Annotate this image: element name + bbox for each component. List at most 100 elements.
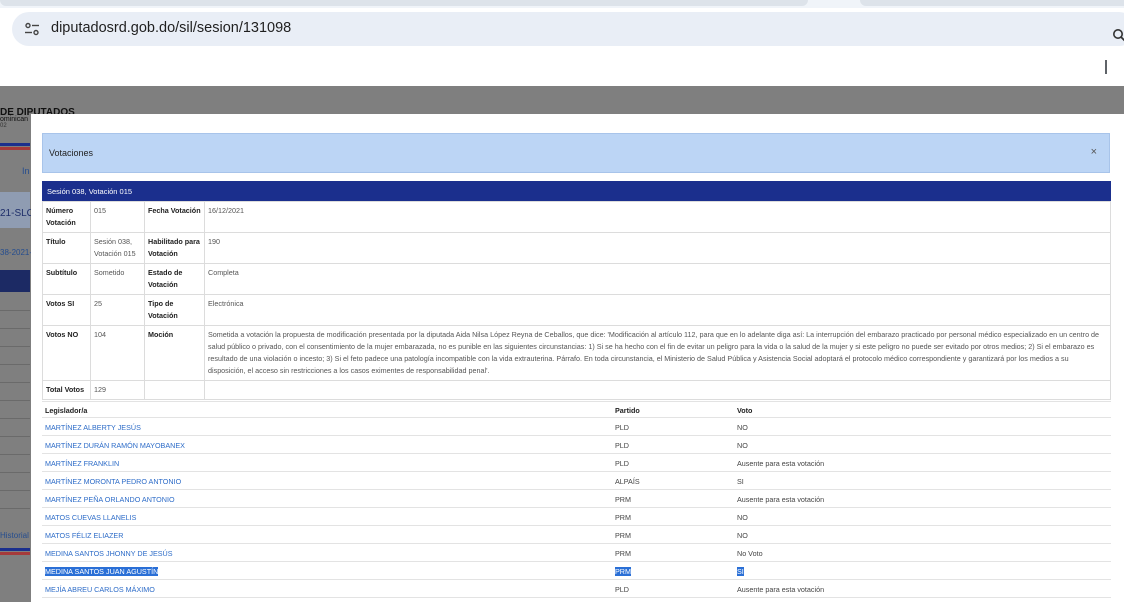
- party-cell: PRM: [612, 561, 734, 580]
- votos-si-label: Votos SI: [42, 294, 91, 326]
- total-value: 129: [90, 380, 145, 400]
- legislator-link[interactable]: MEJÍA ABREU CARLOS MÁXIMO: [42, 579, 612, 598]
- bg-row-divider: [0, 436, 30, 437]
- total-label: Total Votos: [42, 380, 91, 400]
- site-info-icon[interactable]: [24, 21, 40, 37]
- table-row: MARTÍNEZ DURÁN RAMÓN MAYOBANEX PLD NO: [42, 435, 1111, 454]
- party-cell: PRM: [612, 543, 734, 562]
- bg-row-divider: [0, 364, 30, 365]
- table-row: MARTÍNEZ FRANKLIN PLD Ausente para esta …: [42, 453, 1111, 472]
- fecha-label: Fecha Votación: [144, 201, 205, 233]
- votos-si-value: 25: [90, 294, 145, 326]
- site-header-subtitle: ominican: [0, 116, 29, 123]
- votos-no-label: Votos NO: [42, 325, 91, 381]
- bg-row-divider: [0, 472, 30, 473]
- estado-value: Completa: [204, 263, 1111, 295]
- close-button[interactable]: ×: [1091, 146, 1097, 158]
- address-bar[interactable]: diputadosrd.gob.do/sil/sesion/131098: [12, 12, 1124, 46]
- search-icon[interactable]: [1112, 28, 1124, 42]
- legislator-link[interactable]: MARTÍNEZ PEÑA ORLANDO ANTONIO: [42, 489, 612, 508]
- modal-header: Votaciones ×: [42, 133, 1110, 173]
- vote-cell: Ausente para esta votación: [734, 453, 1111, 472]
- details-table: Número Votación 015 Fecha Votación 16/12…: [42, 201, 1111, 400]
- bg-date-link: 38-2021-: [0, 248, 33, 257]
- bg-row-divider: [0, 400, 30, 401]
- browser-tab[interactable]: [0, 0, 808, 6]
- toolbar-separator: [1105, 60, 1107, 74]
- subtitulo-value: Sometido: [90, 263, 145, 295]
- habilitado-label: Habilitado para Votación: [144, 232, 205, 264]
- numero-label: Número Votación: [42, 201, 91, 233]
- vote-cell: NO: [734, 417, 1111, 436]
- tipo-label: Tipo de Votación: [144, 294, 205, 326]
- bg-row-divider: [0, 490, 30, 491]
- footer-stripe-blue: [0, 548, 30, 551]
- vote-cell: NO: [734, 525, 1111, 544]
- legislator-link[interactable]: MARTÍNEZ DURÁN RAMÓN MAYOBANEX: [42, 435, 612, 454]
- modal-title: Votaciones: [49, 148, 94, 158]
- browser-tab[interactable]: [860, 0, 1124, 6]
- titulo-label: Título: [42, 232, 91, 264]
- header-stripe-red: [0, 147, 30, 150]
- vote-text: SI: [737, 566, 744, 576]
- bg-row-divider: [0, 328, 30, 329]
- vote-cell: No Voto: [734, 543, 1111, 562]
- empty-cell: [204, 380, 1111, 400]
- votes-table: Legislador/a Partido Voto MARTÍNEZ ALBER…: [42, 401, 1111, 598]
- votes-header-row: Legislador/a Partido Voto: [42, 401, 1111, 418]
- bg-row-divider: [0, 382, 30, 383]
- table-row: MATOS FÉLIZ ELIAZER PRM NO: [42, 525, 1111, 544]
- url-text[interactable]: diputadosrd.gob.do/sil/sesion/131098: [51, 20, 291, 36]
- mocion-label: Moción: [144, 325, 205, 381]
- bg-row-divider: [0, 418, 30, 419]
- party-cell: PLD: [612, 453, 734, 472]
- party-cell: PLD: [612, 417, 734, 436]
- table-row: MARTÍNEZ ALBERTY JESÚS PLD NO: [42, 417, 1111, 436]
- header-stripe-blue: [0, 143, 30, 146]
- table-row: MATOS CUEVAS LLANELIS PRM NO: [42, 507, 1111, 526]
- legislator-link[interactable]: MATOS FÉLIZ ELIAZER: [42, 525, 612, 544]
- footer-stripe-red: [0, 552, 30, 555]
- bg-historial-link: Historial: [0, 531, 29, 540]
- bg-navbar: [0, 270, 30, 292]
- legislator-link[interactable]: MARTÍNEZ ALBERTY JESÚS: [42, 417, 612, 436]
- table-row: MARTÍNEZ PEÑA ORLANDO ANTONIO PRM Ausent…: [42, 489, 1111, 508]
- legislator-link[interactable]: MEDINA SANTOS JUAN AGUSTÍN: [45, 566, 159, 576]
- mocion-value: Sometida a votación la propuesta de modi…: [204, 325, 1111, 381]
- vote-cell: SI: [734, 471, 1111, 490]
- estado-label: Estado de Votación: [144, 263, 205, 295]
- legislator-link[interactable]: MATOS CUEVAS LLANELIS: [42, 507, 612, 526]
- bg-link-in: In: [22, 166, 30, 176]
- votos-no-value: 104: [90, 325, 145, 381]
- legislator-link[interactable]: MEDINA SANTOS JHONNY DE JESÚS: [42, 543, 612, 562]
- party-cell: ALPAÍS: [612, 471, 734, 490]
- party-cell: PLD: [612, 435, 734, 454]
- header-legislador: Legislador/a: [42, 401, 612, 418]
- bg-row-divider: [0, 346, 30, 347]
- votaciones-modal: Votaciones × Sesión 038, Votación 015 Nú…: [31, 114, 1124, 602]
- tipo-value: Electrónica: [204, 294, 1111, 326]
- header-partido: Partido: [612, 401, 734, 418]
- legislator-link[interactable]: MARTÍNEZ MORONTA PEDRO ANTONIO: [42, 471, 612, 490]
- vote-cell: NO: [734, 435, 1111, 454]
- titulo-value: Sesión 038, Votación 015: [90, 232, 145, 264]
- party-cell: PRM: [612, 489, 734, 508]
- empty-cell: [144, 380, 205, 400]
- party-text: PRM: [615, 566, 631, 576]
- bookmarks-bar: [0, 52, 1124, 87]
- tab-strip: [0, 0, 1124, 8]
- subtitulo-label: Subtítulo: [42, 263, 91, 295]
- vote-cell: Ausente para esta votación: [734, 489, 1111, 508]
- bg-session-label: 21-SLO: [0, 208, 35, 219]
- bg-row-divider: [0, 454, 30, 455]
- site-header-subtitle-2: 02: [0, 123, 7, 129]
- habilitado-value: 190: [204, 232, 1111, 264]
- table-row: MARTÍNEZ MORONTA PEDRO ANTONIO ALPAÍS SI: [42, 471, 1111, 490]
- legislator-link[interactable]: MARTÍNEZ FRANKLIN: [42, 453, 612, 472]
- bg-row-divider: [0, 310, 30, 311]
- party-cell: PRM: [612, 525, 734, 544]
- party-cell: PRM: [612, 507, 734, 526]
- table-row: MEJÍA ABREU CARLOS MÁXIMO PLD Ausente pa…: [42, 579, 1111, 598]
- fecha-value: 16/12/2021: [204, 201, 1111, 233]
- table-row-selected: MEDINA SANTOS JUAN AGUSTÍN PRM SI: [42, 561, 1111, 580]
